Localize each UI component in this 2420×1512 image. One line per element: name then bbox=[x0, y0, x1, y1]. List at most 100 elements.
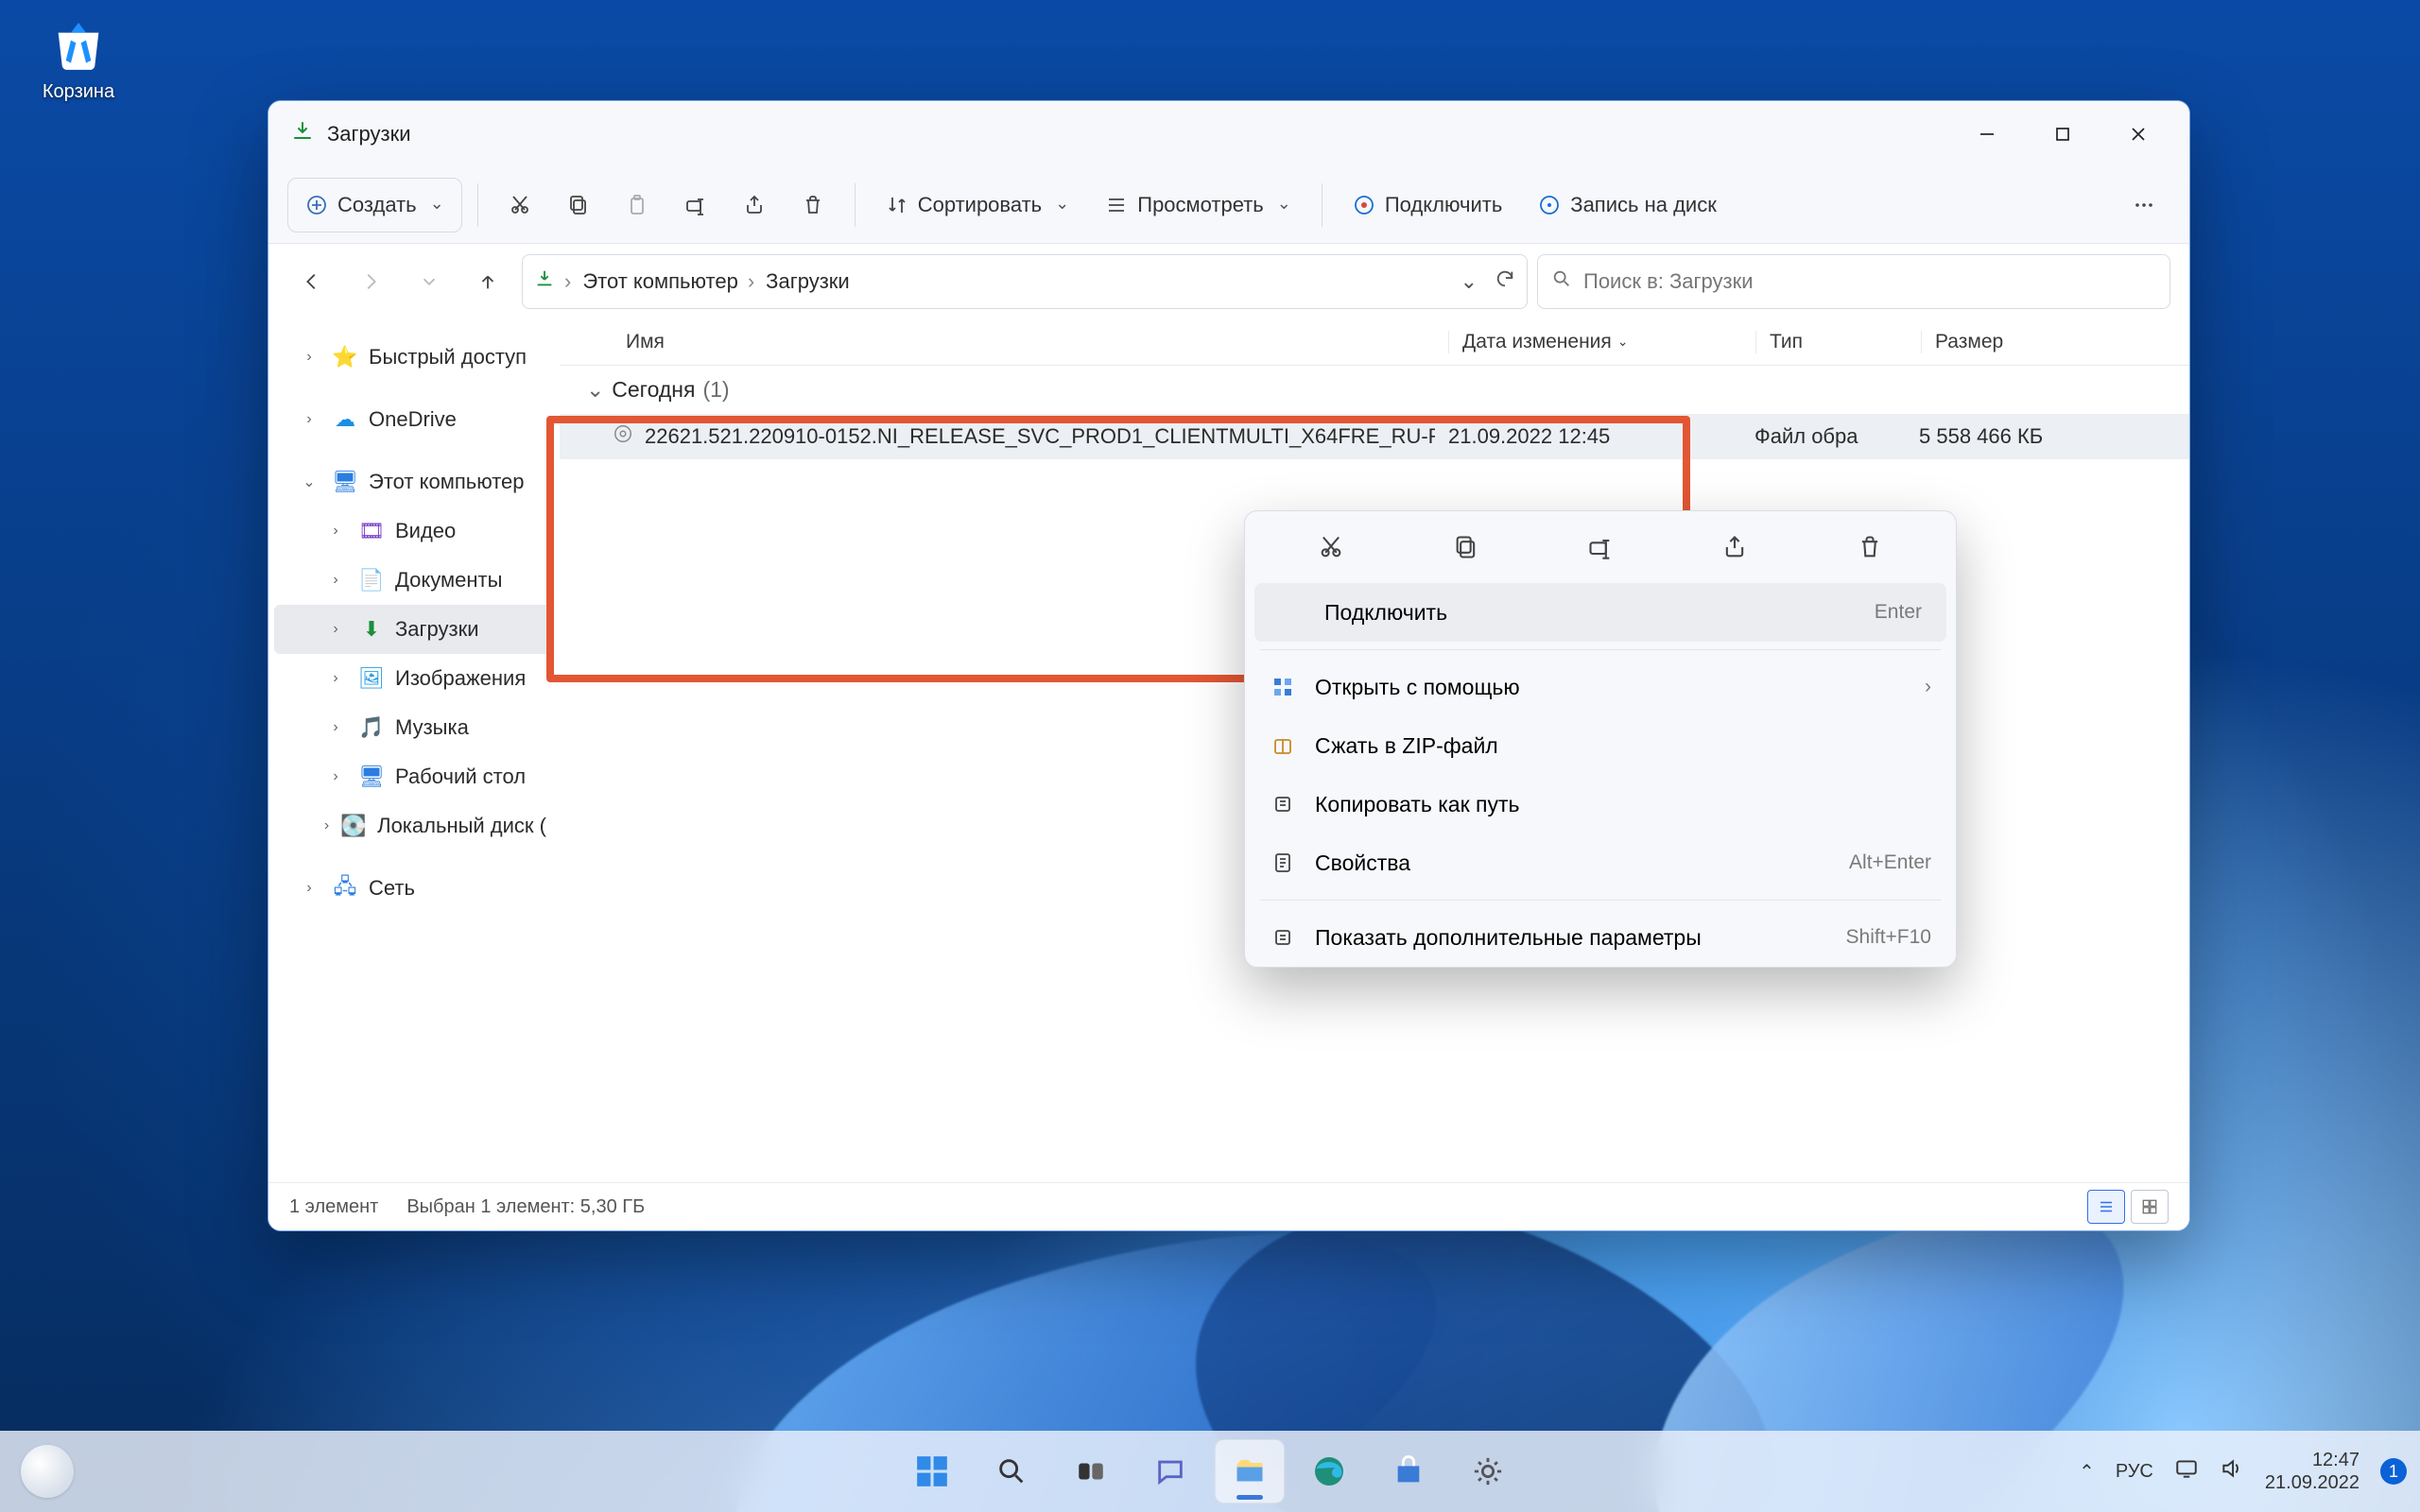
taskbar-chat[interactable] bbox=[1135, 1439, 1205, 1503]
paste-button[interactable] bbox=[611, 179, 664, 232]
more-options-icon bbox=[1270, 926, 1296, 949]
col-size[interactable]: Размер bbox=[1921, 331, 2189, 353]
thumbnails-view-button[interactable] bbox=[2131, 1190, 2169, 1224]
copy-button[interactable] bbox=[552, 179, 605, 232]
copy-path-icon bbox=[1270, 793, 1296, 816]
sidebar-item-desktop[interactable]: ›🖥Рабочий стол bbox=[274, 752, 554, 801]
titlebar[interactable]: Загрузки bbox=[268, 101, 2189, 167]
recycle-bin-icon bbox=[48, 15, 109, 76]
volume-icon[interactable] bbox=[2220, 1456, 2244, 1486]
nav-tree: ›⭐Быстрый доступ ›☁OneDrive ⌄🖥Этот компь… bbox=[268, 319, 560, 1182]
forward-button[interactable] bbox=[346, 257, 395, 306]
ctx-item-properties[interactable]: Свойства Alt+Enter bbox=[1245, 833, 1956, 892]
create-button[interactable]: Создать bbox=[287, 178, 462, 232]
sidebar-item-network[interactable]: ›🖧Сеть bbox=[274, 864, 554, 913]
col-date[interactable]: Дата изменения⌄ bbox=[1448, 331, 1755, 353]
task-view-button[interactable] bbox=[1056, 1439, 1126, 1503]
burn-button[interactable]: Запись на диск bbox=[1523, 179, 1732, 232]
share-button[interactable] bbox=[728, 179, 781, 232]
status-item-count: 1 элемент bbox=[289, 1196, 378, 1218]
delete-button[interactable] bbox=[786, 179, 839, 232]
tray-language[interactable]: РУС bbox=[2116, 1461, 2153, 1483]
file-type: Файл обра bbox=[1741, 424, 1906, 449]
downloads-icon bbox=[534, 268, 555, 295]
sidebar-item-downloads[interactable]: ›⬇Загрузки bbox=[274, 605, 554, 654]
network-icon[interactable] bbox=[2174, 1456, 2199, 1486]
system-tray[interactable]: ⌃ РУС 12:47 21.09.2022 1 bbox=[2079, 1449, 2407, 1494]
taskbar-edge[interactable] bbox=[1294, 1439, 1364, 1503]
sidebar-item-local-disk[interactable]: ›💽Локальный диск ( bbox=[274, 801, 554, 850]
start-button[interactable] bbox=[897, 1439, 967, 1503]
sort-button[interactable]: Сортировать bbox=[871, 179, 1085, 232]
minimize-button[interactable] bbox=[1949, 106, 2025, 163]
more-button[interactable] bbox=[2118, 179, 2170, 232]
taskbar-search[interactable] bbox=[977, 1439, 1046, 1503]
details-view-button[interactable] bbox=[2087, 1190, 2125, 1224]
sidebar-item-documents[interactable]: ›📄Документы bbox=[274, 556, 554, 605]
search-placeholder: Поиск в: Загрузки bbox=[1583, 269, 1754, 294]
file-size: 5 558 466 КБ bbox=[1906, 424, 2189, 449]
sidebar-item-videos[interactable]: ›🎞Видео bbox=[274, 507, 554, 556]
address-dropdown-icon[interactable]: ⌄ bbox=[1461, 269, 1478, 294]
file-name: 22621.521.220910-0152.NI_RELEASE_SVC_PRO… bbox=[645, 424, 1435, 449]
ctx-copy-button[interactable] bbox=[1440, 524, 1493, 570]
sidebar-item-pictures[interactable]: ›🖼Изображения bbox=[274, 654, 554, 703]
view-button[interactable]: Просмотреть bbox=[1090, 179, 1306, 232]
chevron-down-icon bbox=[1051, 193, 1069, 217]
ctx-delete-button[interactable] bbox=[1843, 524, 1896, 570]
notification-badge[interactable]: 1 bbox=[2380, 1458, 2407, 1485]
ctx-item-mount[interactable]: Подключить Enter bbox=[1254, 583, 1946, 642]
refresh-icon[interactable] bbox=[1495, 268, 1515, 295]
ctx-item-more[interactable]: Показать дополнительные параметры Shift+… bbox=[1245, 908, 1956, 967]
taskbar-store[interactable] bbox=[1374, 1439, 1443, 1503]
taskbar-explorer[interactable] bbox=[1215, 1439, 1285, 1503]
file-date: 21.09.2022 12:45 bbox=[1435, 424, 1741, 449]
mount-button[interactable]: Подключить bbox=[1338, 179, 1517, 232]
zip-icon bbox=[1270, 734, 1296, 757]
column-headers[interactable]: Имя Дата изменения⌄ Тип Размер bbox=[560, 319, 2189, 366]
downloads-icon bbox=[291, 120, 314, 148]
col-type[interactable]: Тип bbox=[1755, 331, 1921, 353]
search-input[interactable]: Поиск в: Загрузки bbox=[1537, 254, 2170, 309]
col-name[interactable]: Имя bbox=[560, 331, 1448, 353]
address-bar[interactable]: ›Этот компьютер ›Загрузки ⌄ bbox=[522, 254, 1528, 309]
status-selection: Выбран 1 элемент: 5,30 ГБ bbox=[406, 1196, 645, 1218]
ctx-share-button[interactable] bbox=[1708, 524, 1761, 570]
recycle-bin[interactable]: Корзина bbox=[17, 15, 140, 103]
open-with-icon bbox=[1270, 676, 1296, 698]
sidebar-item-onedrive[interactable]: ›☁OneDrive bbox=[274, 395, 554, 444]
properties-icon bbox=[1270, 851, 1296, 874]
file-row[interactable]: 22621.521.220910-0152.NI_RELEASE_SVC_PRO… bbox=[560, 414, 2189, 459]
ctx-item-copy-path[interactable]: Копировать как путь bbox=[1245, 775, 1956, 833]
ctx-rename-button[interactable] bbox=[1574, 524, 1627, 570]
sidebar-item-music[interactable]: ›🎵Музыка bbox=[274, 703, 554, 752]
context-menu: Подключить Enter Открыть с помощью › Сжа… bbox=[1244, 510, 1957, 968]
sidebar-item-quick-access[interactable]: ›⭐Быстрый доступ bbox=[274, 333, 554, 382]
maximize-button[interactable] bbox=[2025, 106, 2100, 163]
iso-file-icon bbox=[613, 423, 633, 450]
weather-widget[interactable] bbox=[21, 1445, 74, 1498]
taskbar[interactable]: ⌃ РУС 12:47 21.09.2022 1 bbox=[0, 1431, 2420, 1512]
ctx-cut-button[interactable] bbox=[1305, 524, 1357, 570]
recycle-bin-label: Корзина bbox=[17, 81, 140, 103]
tray-chevron-icon[interactable]: ⌃ bbox=[2079, 1460, 2095, 1484]
search-icon bbox=[1551, 268, 1572, 295]
up-button[interactable] bbox=[463, 257, 512, 306]
toolbar: Создать Сортировать Просмотреть Подключи… bbox=[268, 167, 2189, 244]
rename-button[interactable] bbox=[669, 179, 722, 232]
ctx-item-open-with[interactable]: Открыть с помощью › bbox=[1245, 658, 1956, 716]
group-today[interactable]: ⌄ Сегодня (1) bbox=[560, 366, 2189, 414]
back-button[interactable] bbox=[287, 257, 337, 306]
taskbar-settings[interactable] bbox=[1453, 1439, 1523, 1503]
status-bar: 1 элемент Выбран 1 элемент: 5,30 ГБ bbox=[268, 1182, 2189, 1230]
recent-button[interactable] bbox=[405, 257, 454, 306]
sidebar-item-this-pc[interactable]: ⌄🖥Этот компьютер bbox=[274, 457, 554, 507]
breadcrumb-this-pc[interactable]: Этот компьютер bbox=[582, 269, 738, 294]
breadcrumb-downloads[interactable]: Загрузки bbox=[766, 269, 850, 294]
tray-clock[interactable]: 12:47 21.09.2022 bbox=[2265, 1449, 2360, 1494]
ctx-item-compress[interactable]: Сжать в ZIP-файл bbox=[1245, 716, 1956, 775]
chevron-right-icon: › bbox=[1925, 676, 1931, 698]
chevron-down-icon bbox=[426, 193, 444, 217]
cut-button[interactable] bbox=[493, 179, 546, 232]
close-button[interactable] bbox=[2100, 106, 2176, 163]
